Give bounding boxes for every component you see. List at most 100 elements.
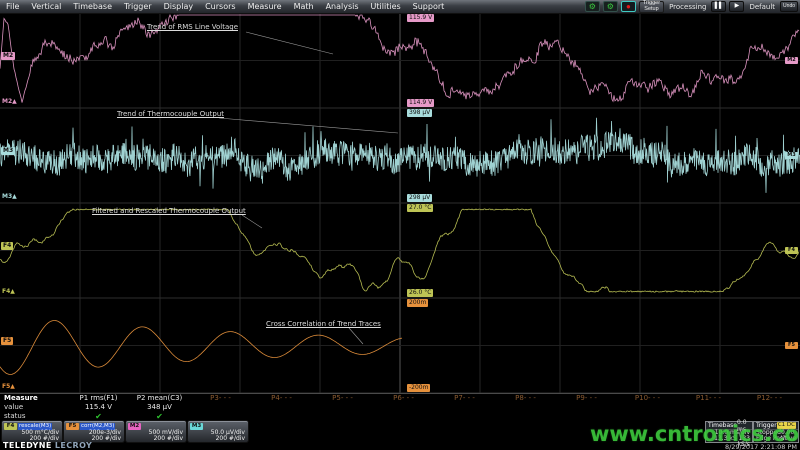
annotation-leader-line (219, 118, 398, 133)
trace-annotation-4: Cross Correlation of Trend Traces (266, 320, 381, 328)
trace-f5-waveform (0, 321, 402, 375)
trace-zero-marker-f4: F4▲ (2, 289, 15, 295)
trace-right-marker-f5: F5 (785, 342, 798, 349)
descriptor-tag: F4 (4, 423, 17, 430)
measure-label: Measure (4, 394, 68, 403)
measure-col-p4[interactable]: P4- - - (251, 394, 312, 421)
descriptor-points: 200 #/div (216, 436, 245, 442)
measure-header: P10- - - (617, 394, 678, 403)
processing-status: Processing (667, 3, 708, 11)
trace-annotation-3: Filtered and Rescaled Thermocouple Outpu… (92, 207, 246, 215)
measure-header: P6- - - (373, 394, 434, 403)
value-label: value (4, 403, 68, 412)
annotation-leader-line (242, 215, 262, 228)
record-icon[interactable]: ● (621, 1, 636, 12)
trace-right-marker-m2: M2 (785, 57, 798, 64)
trace-label-f5: F5 (1, 337, 13, 345)
measure-status: ✔ (129, 412, 190, 421)
measure-col-p9[interactable]: P9- - - (556, 394, 617, 421)
measure-value (739, 403, 800, 412)
menu-item-timebase[interactable]: Timebase (67, 0, 118, 13)
trace-range-top-f4: 27.0 °C (407, 204, 433, 212)
measure-col-p7[interactable]: P7- - - (434, 394, 495, 421)
measure-header: P4- - - (251, 394, 312, 403)
undo-button[interactable]: Undo (780, 1, 798, 12)
menu-item-math[interactable]: Math (288, 0, 320, 13)
toolbar-right: ⚙ ⚙ ● Trigger Setup Processing ▌▌ ▶ Defa… (585, 1, 798, 12)
menu-item-support[interactable]: Support (407, 0, 451, 13)
measure-value (434, 403, 495, 412)
trace-annotation-1: Trend of RMS Line Voltage (147, 23, 238, 31)
descriptor-f4[interactable]: F4rescale(M3)500 m°C/div200 #/div (2, 421, 62, 442)
measure-header: P8- - - (495, 394, 556, 403)
measure-columns: P1 rms(F1)115.4 V✔P2 mean(C3)348 μV✔P3- … (68, 394, 800, 421)
annotation-leader-line (349, 328, 363, 344)
trace-zero-marker-f5: F5▲ (2, 384, 15, 390)
measure-value: 348 μV (129, 403, 190, 412)
trace-range-bottom-f4: 26.0 °C (407, 289, 433, 297)
trace-range-top-m3: 398 μV (407, 109, 432, 117)
pause-button[interactable]: ▌▌ (711, 1, 726, 12)
trace-zero-marker-m3: M3▲ (2, 194, 17, 200)
brand-teledyne: TELEDYNE (3, 441, 52, 450)
descriptor-m3[interactable]: M350.0 μV/div200 #/div (188, 421, 248, 442)
measure-status (190, 412, 251, 421)
brand-lecroy: LECROY (55, 441, 92, 450)
trace-right-marker-f4: F4 (785, 247, 798, 254)
measure-col-p12[interactable]: P12- - - (739, 394, 800, 421)
measure-status (556, 412, 617, 421)
measure-status: ✔ (68, 412, 129, 421)
trace-annotation-2: Trend of Thermocouple Output (117, 110, 224, 118)
measure-value (556, 403, 617, 412)
trigger-setup-label-2: Setup (644, 7, 658, 13)
waveform-grid (0, 0, 800, 450)
measure-status (495, 412, 556, 421)
trace-range-bottom-m2: 114.9 V (407, 99, 434, 107)
trace-overlays: M2M2▲M2115.9 V114.9 VM3M3▲M3398 μV298 μV… (0, 0, 800, 450)
tool-icon[interactable]: ⚙ (585, 1, 600, 12)
measure-header: P11- - - (678, 394, 739, 403)
measure-header: P12- - - (739, 394, 800, 403)
measure-value (495, 403, 556, 412)
status-label: status (4, 412, 68, 421)
default-button[interactable]: Default (747, 3, 777, 11)
menu-item-measure[interactable]: Measure (242, 0, 288, 13)
measure-col-p2[interactable]: P2 mean(C3)348 μV✔ (129, 394, 190, 421)
measure-col-p8[interactable]: P8- - - (495, 394, 556, 421)
measure-col-p11[interactable]: P11- - - (678, 394, 739, 421)
measure-col-p1[interactable]: P1 rms(F1)115.4 V✔ (68, 394, 129, 421)
descriptor-tag: M2 (128, 423, 141, 430)
measure-col-p6[interactable]: P6- - - (373, 394, 434, 421)
brand-logo: TELEDYNE LECROY (3, 441, 92, 450)
measure-value (190, 403, 251, 412)
measure-value (678, 403, 739, 412)
measure-status (434, 412, 495, 421)
play-button[interactable]: ▶ (729, 1, 744, 12)
trace-f4-waveform (0, 209, 799, 292)
descriptor-points: 200 #/div (92, 436, 121, 442)
measure-col-p5[interactable]: P5- - - (312, 394, 373, 421)
measure-status (251, 412, 312, 421)
measure-header: P1 rms(F1) (68, 394, 129, 403)
measure-header: P3- - - (190, 394, 251, 403)
menu-item-cursors[interactable]: Cursors (199, 0, 241, 13)
trigger-setup-button[interactable]: Trigger Setup (639, 1, 664, 13)
tool-icon-2[interactable]: ⚙ (603, 1, 618, 12)
descriptor-m2[interactable]: M2500 mV/div200 #/div (126, 421, 186, 442)
menu-item-display[interactable]: Display (158, 0, 200, 13)
menu-item-analysis[interactable]: Analysis (320, 0, 365, 13)
menu-item-trigger[interactable]: Trigger (118, 0, 158, 13)
measure-status (678, 412, 739, 421)
trace-range-bottom-f5: -200m (407, 384, 430, 392)
menu-item-vertical[interactable]: Vertical (25, 0, 67, 13)
trace-label-m2: M2 (1, 52, 15, 60)
menu-bar: FileVerticalTimebaseTriggerDisplayCursor… (0, 0, 800, 14)
measure-header: P7- - - (434, 394, 495, 403)
measure-panel: Measure value status P1 rms(F1)115.4 V✔P… (0, 393, 800, 421)
menu-item-utilities[interactable]: Utilities (365, 0, 407, 13)
measure-row-labels: Measure value status (0, 394, 68, 421)
descriptor-f5[interactable]: F5corr(M2,M3)200e-3/div200 #/div (64, 421, 124, 442)
measure-col-p3[interactable]: P3- - - (190, 394, 251, 421)
measure-col-p10[interactable]: P10- - - (617, 394, 678, 421)
menu-item-file[interactable]: File (0, 0, 25, 13)
